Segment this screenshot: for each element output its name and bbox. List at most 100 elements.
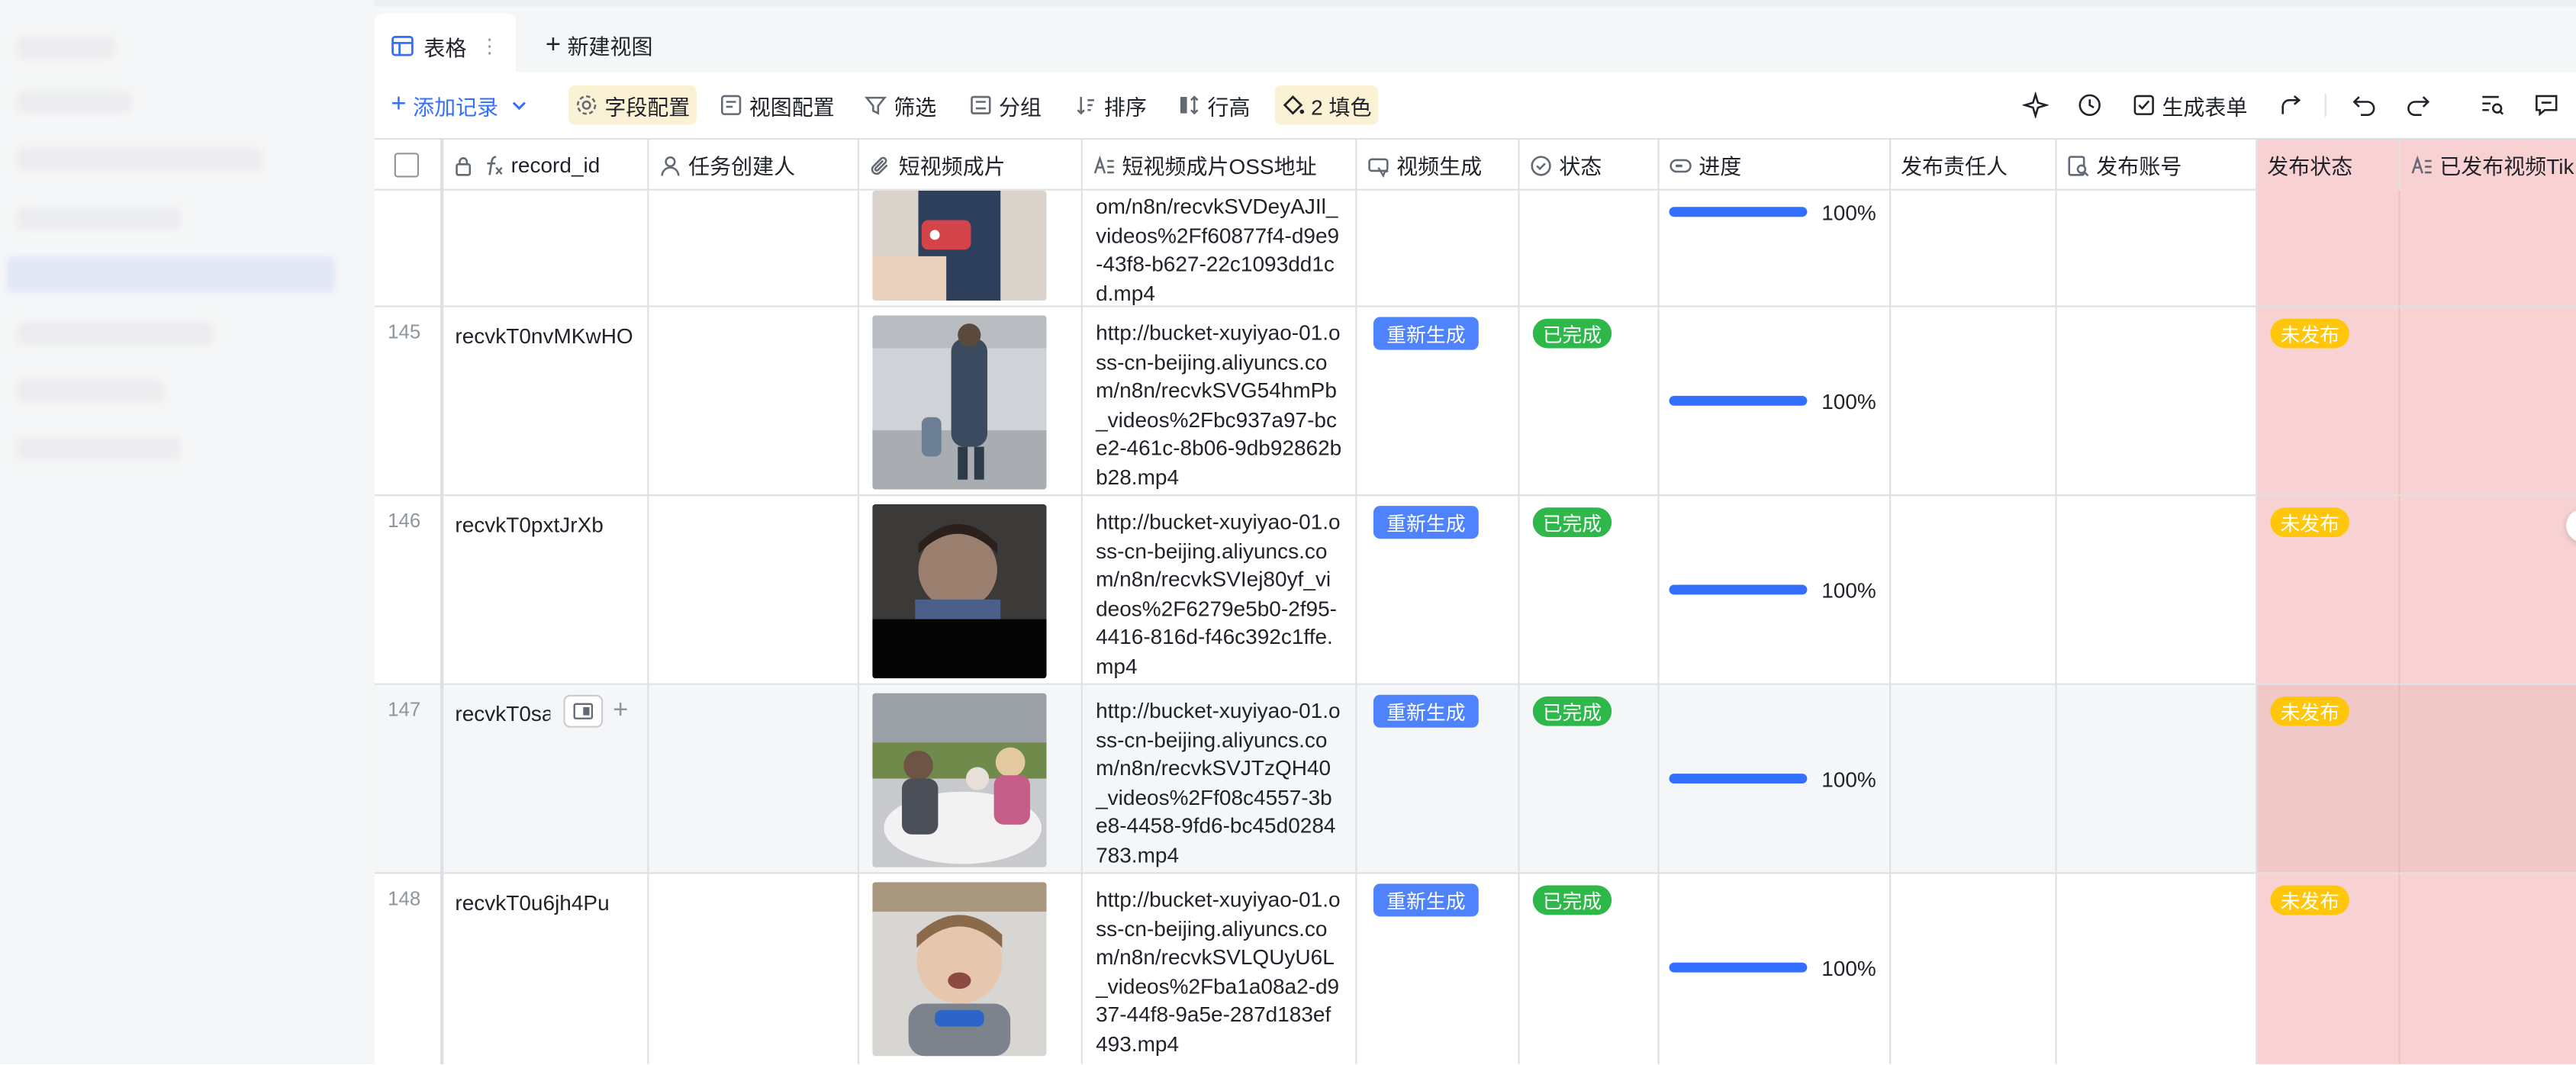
sparkle-icon[interactable] [2022,92,2049,119]
table-row[interactable]: 147 recvkT0sa + http://bucket-xuyiyao-01… [374,684,2576,874]
generate-form-button[interactable]: 生成表单 [2126,85,2254,125]
chevron-down-icon[interactable] [511,97,528,114]
oss-url-text: http://bucket-xuyiyao-01.oss-cn-beijing.… [1096,509,1341,679]
publisher-cell[interactable] [1891,684,2057,873]
video-gen-cell: 重新生成 [1357,307,1520,495]
status-cell[interactable]: 已完成 [1520,684,1660,873]
oss-url-cell[interactable]: http://bucket-xuyiyao-01.oss-cn-beijing.… [1083,874,1357,1065]
col-header-record-id[interactable]: record_id [442,140,649,191]
publisher-cell[interactable] [1891,307,2057,495]
video-cell[interactable] [859,684,1083,873]
record-id-cell[interactable]: recvkT0sa + [442,684,649,873]
col-header-creator[interactable]: 任务创建人 [649,140,860,191]
sort-icon [1077,97,1094,115]
expand-record-button[interactable] [563,694,604,728]
add-record-button[interactable]: + 添加记录 [385,85,535,125]
creator-cell[interactable] [649,874,860,1065]
col-label: 发布状态 [2267,154,2353,179]
filter-label: 筛选 [894,94,937,120]
col-header-account[interactable]: 发布账号 [2057,140,2258,191]
record-id-cell[interactable]: recvkT0nvMKwHO [442,307,649,495]
status-cell[interactable]: 已完成 [1520,874,1660,1065]
record-id-cell[interactable]: recvkT0u6jh4Pu [442,874,649,1065]
publish-status-cell[interactable]: 未发布 [2257,496,2401,684]
oss-url-cell[interactable]: http://bucket-xuyiyao-01.oss-cn-beijing.… [1083,684,1357,873]
col-header-video[interactable]: 短视频成片 [859,140,1083,191]
creator-cell[interactable] [649,496,860,684]
video-thumbnail[interactable] [872,693,1047,867]
regenerate-button[interactable]: 重新生成 [1373,317,1479,350]
more-icon[interactable]: ⋮ [480,34,500,57]
fill-color-button[interactable]: 2 填色 [1274,85,1379,125]
table-row[interactable]: om/n8n/recvkSVDeyAJIl_videos%2Ff60877f4-… [374,190,2576,307]
col-header-publisher[interactable]: 发布责任人 [1891,140,2057,191]
regenerate-button[interactable]: 重新生成 [1373,506,1479,539]
col-header-video-gen[interactable]: 视频生成 [1357,140,1520,191]
video-thumbnail[interactable] [872,315,1047,490]
publisher-cell[interactable] [1891,874,2057,1065]
search-icon[interactable] [2479,92,2505,118]
col-header-published-tiktok[interactable]: 已发布视频Tik [2400,140,2576,191]
automation-icon[interactable] [2076,92,2102,118]
select-all-cell[interactable] [375,140,443,191]
group-button[interactable]: 分组 [963,85,1048,125]
video-thumbnail[interactable] [872,504,1047,679]
group-label: 分组 [999,94,1042,120]
col-header-status[interactable]: 状态 [1520,140,1660,191]
publisher-cell[interactable] [1891,496,2057,684]
filter-icon [865,96,887,115]
status-tag: 已完成 [1532,318,1612,349]
redo-icon[interactable] [2405,92,2431,118]
table-row[interactable]: 146 recvkT0pxtJrXb http://bucket-xuyiyao… [374,496,2576,685]
video-cell[interactable] [859,190,1083,306]
publish-status-tag: 未发布 [2270,696,2349,726]
status-cell[interactable]: 已完成 [1520,496,1660,684]
video-cell[interactable] [859,307,1083,495]
sort-button[interactable]: 排序 [1067,85,1153,125]
filter-button[interactable]: 筛选 [858,85,943,125]
status-cell[interactable]: 已完成 [1520,307,1660,495]
share-icon[interactable] [2278,92,2304,118]
regenerate-button[interactable]: 重新生成 [1373,883,1479,917]
creator-cell[interactable] [649,684,860,873]
view-tab-bar: 表格 ⋮ + 新建视图 [374,0,2576,79]
table-row[interactable]: 145 recvkT0nvMKwHO http://bucket-xuyiyao… [374,307,2576,497]
field-config-button[interactable]: 字段配置 [568,85,697,125]
select-all-checkbox[interactable] [394,153,420,178]
publish-status-cell[interactable]: 未发布 [2257,307,2401,495]
oss-url-cell[interactable]: om/n8n/recvkSVDeyAJIl_videos%2Ff60877f4-… [1083,190,1357,306]
view-config-button[interactable]: 视图配置 [713,85,841,125]
creator-cell[interactable] [649,307,860,495]
lookup-icon [2068,155,2089,176]
undo-icon[interactable] [2351,92,2377,118]
published-tiktok-cell[interactable] [2400,684,2576,873]
video-thumbnail[interactable] [872,190,1047,301]
publish-status-cell[interactable]: 未发布 [2257,874,2401,1065]
form-icon [2133,95,2154,115]
oss-url-cell[interactable]: http://bucket-xuyiyao-01.oss-cn-beijing.… [1083,307,1357,495]
regenerate-button[interactable]: 重新生成 [1373,694,1479,728]
add-icon[interactable]: + [613,697,628,726]
col-header-progress[interactable]: 进度 [1660,140,1892,191]
account-cell[interactable] [2057,307,2258,495]
record-id-cell[interactable]: recvkT0pxtJrXb [442,496,649,684]
account-cell[interactable] [2057,496,2258,684]
col-header-oss-url[interactable]: 短视频成片OSS地址 [1083,140,1357,191]
table-row[interactable]: 148 recvkT0u6jh4Pu http://bucket-xuyiyao… [375,874,2576,1065]
record-id-text: recvkT0sa [455,701,551,726]
publish-status-cell[interactable]: 未发布 [2257,684,2401,873]
video-cell[interactable] [859,496,1083,684]
video-thumbnail[interactable] [872,882,1047,1057]
account-cell[interactable] [2057,684,2258,873]
tab-table[interactable]: 表格 ⋮ [374,13,517,79]
new-view-button[interactable]: + 新建视图 [546,30,653,61]
row-height-button[interactable]: 行高 [1171,85,1257,125]
account-cell[interactable] [2057,874,2258,1065]
view-config-icon [720,95,742,115]
progress-text: 100% [1821,956,1876,981]
comment-icon[interactable] [2533,92,2559,118]
video-cell[interactable] [859,874,1083,1065]
col-header-publish-status[interactable]: 发布状态 [2257,140,2401,191]
oss-url-cell[interactable]: http://bucket-xuyiyao-01.oss-cn-beijing.… [1083,496,1357,684]
video-gen-cell: 重新生成 [1357,684,1520,873]
